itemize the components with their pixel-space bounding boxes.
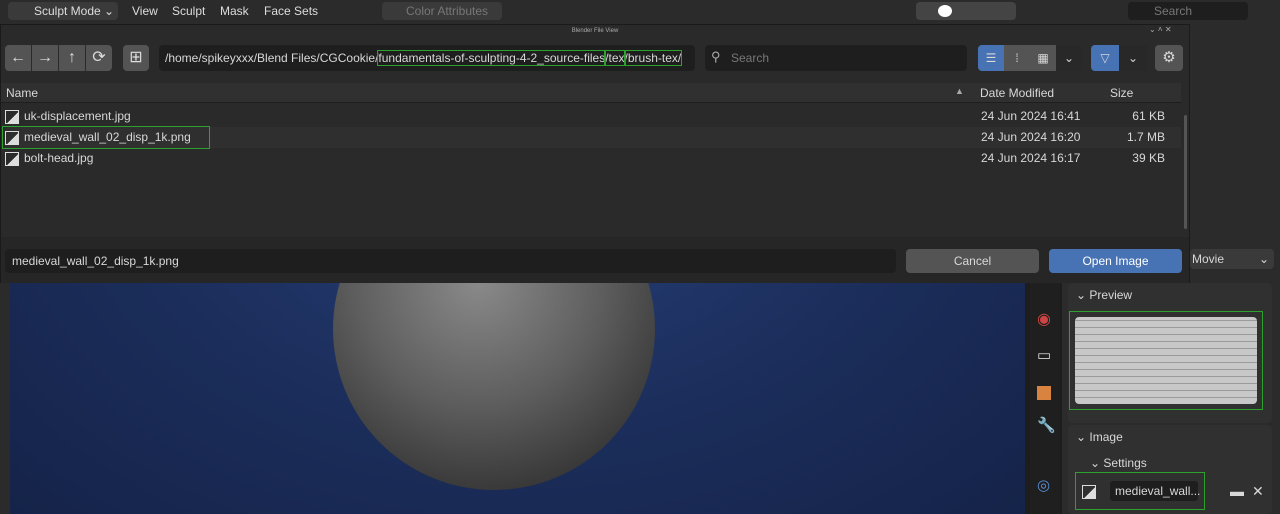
object-icon[interactable]	[1037, 386, 1051, 400]
shading-buttons[interactable]	[916, 2, 1016, 20]
file-name: medieval_wall_02_disp_1k.png	[24, 130, 191, 144]
color-attributes-dropdown[interactable]: Color Attributes	[382, 2, 502, 20]
file-size: 61 KB	[1132, 109, 1165, 123]
texture-preview	[1069, 311, 1263, 410]
settings-gear-icon[interactable]: ⚙	[1155, 45, 1183, 71]
texture-image	[1075, 317, 1257, 404]
file-date: 24 Jun 2024 16:41	[981, 109, 1081, 123]
image-panel: ⌄ Image ⌄ Settings medieval_wall... ▬ ✕	[1068, 425, 1272, 514]
preview-header[interactable]: ⌄ Preview	[1076, 288, 1132, 302]
file-row[interactable]: medieval_wall_02_disp_1k.png 24 Jun 2024 …	[2, 126, 1181, 149]
menu-sculpt[interactable]: Sculpt	[172, 2, 205, 20]
open-image-button[interactable]: Open Image	[1049, 249, 1182, 273]
file-date: 24 Jun 2024 16:17	[981, 151, 1081, 165]
cancel-button[interactable]: Cancel	[906, 249, 1039, 273]
parent-directory-button[interactable]: ↑	[59, 45, 85, 71]
modifier-wrench-icon[interactable]: 🔧	[1037, 416, 1056, 434]
solid-shading-icon	[938, 5, 952, 17]
back-button[interactable]: ←	[5, 45, 31, 71]
file-size: 1.7 MB	[1126, 130, 1165, 144]
refresh-button[interactable]: ⟳	[86, 45, 112, 71]
menu-face-sets[interactable]: Face Sets	[264, 2, 318, 20]
world-icon[interactable]: ◉	[1037, 309, 1051, 329]
unlink-x-icon[interactable]: ✕	[1252, 483, 1264, 500]
preview-label: Preview	[1089, 288, 1133, 302]
grid-view-button[interactable]: ▦	[1030, 45, 1056, 71]
sort-arrow-icon[interactable]: ▲	[955, 86, 964, 96]
list-view-button[interactable]: ☰	[978, 45, 1004, 71]
mode-selector[interactable]: Sculpt Mode ⌄	[8, 2, 118, 20]
date-column-header[interactable]: Date Modified	[980, 86, 1054, 100]
settings-header[interactable]: ⌄ Settings	[1090, 456, 1147, 470]
file-name: uk-displacement.jpg	[24, 109, 131, 123]
window-controls[interactable]: ⌄ ˄ ✕	[1149, 25, 1172, 34]
menu-mask[interactable]: Mask	[220, 2, 249, 20]
collection-icon[interactable]: ▭	[1037, 346, 1051, 364]
outliner-search[interactable]: Search	[1128, 2, 1248, 20]
file-row[interactable]: bolt-head.jpg 24 Jun 2024 16:17 39 KB	[5, 148, 1181, 169]
path-field[interactable]: /home/spikeyxxx/Blend Files/CGCookie/fun…	[159, 45, 695, 71]
image-icon	[1082, 484, 1096, 499]
path-segment-tex: /tex	[604, 50, 626, 66]
physics-icon[interactable]: ◎	[1037, 476, 1050, 494]
settings-label: Settings	[1103, 456, 1147, 470]
file-size: 39 KB	[1132, 151, 1165, 165]
forward-button[interactable]: →	[32, 45, 58, 71]
file-search-input[interactable]: Search	[705, 45, 967, 71]
size-column-header[interactable]: Size	[1110, 86, 1133, 100]
left-toolbar	[0, 283, 10, 514]
scrollbar[interactable]	[1184, 115, 1187, 229]
top-header: Sculpt Mode ⌄ View Sculpt Mask Face Sets…	[0, 0, 1280, 24]
image-file-icon	[5, 151, 19, 166]
search-icon: ⚲	[711, 49, 721, 64]
dialog-title: Blender File View	[571, 28, 619, 34]
preview-panel: ⌄ Preview	[1068, 283, 1272, 423]
menu-view[interactable]: View	[132, 2, 158, 20]
file-row[interactable]: uk-displacement.jpg 24 Jun 2024 16:41 61 K…	[5, 106, 1181, 127]
mode-label: Sculpt Mode	[34, 4, 101, 18]
source-dropdown[interactable]: Movie ⌄	[1190, 249, 1274, 269]
filter-dropdown[interactable]: ⌄	[1119, 45, 1147, 71]
open-folder-icon[interactable]: ▬	[1230, 483, 1244, 499]
path-segment-source-files: fundamentals-of-sculpting-4-2_source-fil…	[377, 50, 607, 66]
source-value: Movie	[1192, 252, 1225, 266]
path-segment-brush-tex: /brush-tex/	[623, 50, 683, 66]
bottom-bar: medieval_wall_02_disp_1k.png Cancel Open…	[1, 237, 1189, 283]
image-file-icon	[5, 130, 19, 145]
display-options-dropdown[interactable]: ⌄	[1056, 45, 1082, 71]
column-header: Name ▲ Date Modified Size	[1, 83, 1181, 103]
filter-button[interactable]: ▽	[1091, 45, 1119, 71]
new-folder-button[interactable]: ⊞	[123, 45, 149, 71]
file-browser-dialog: Blender File View ⌄ ˄ ✕ ← → ↑ ⟳ ⊞ /home/…	[0, 24, 1190, 283]
file-date: 24 Jun 2024 16:20	[981, 130, 1081, 144]
filename-input[interactable]: medieval_wall_02_disp_1k.png	[5, 249, 896, 273]
image-label: Image	[1089, 430, 1123, 444]
path-prefix: /home/spikeyxxx/Blend Files/CGCookie/	[165, 51, 379, 65]
image-selector[interactable]: medieval_wall...	[1075, 472, 1205, 510]
image-header[interactable]: ⌄ Image	[1076, 430, 1123, 444]
image-file-icon	[5, 109, 19, 124]
name-column-header[interactable]: Name	[6, 86, 38, 100]
image-name-field[interactable]: medieval_wall...	[1110, 481, 1200, 501]
file-name: bolt-head.jpg	[24, 151, 94, 165]
file-name-highlight: medieval_wall_02_disp_1k.png	[2, 126, 210, 149]
thumbnail-list-button[interactable]: ⁞	[1004, 45, 1030, 71]
